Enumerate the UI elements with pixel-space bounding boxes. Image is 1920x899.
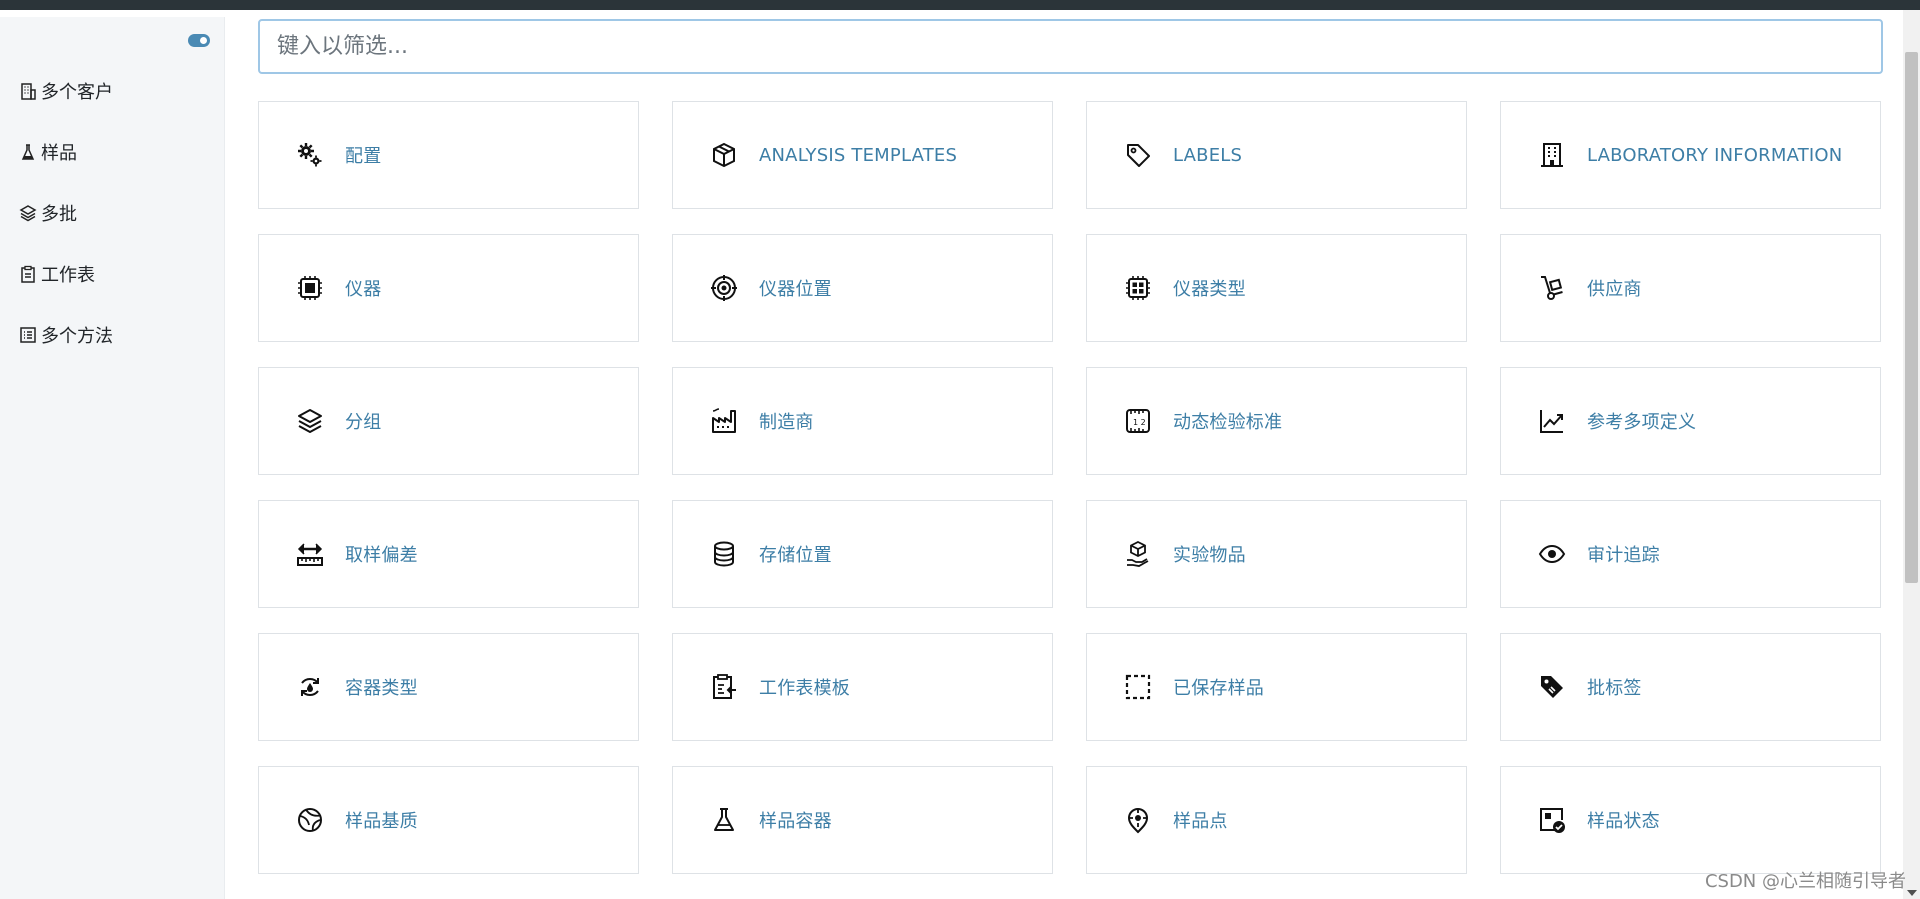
sidebar-item-label: 工作表 <box>41 264 95 286</box>
card-label: LABELS <box>1173 144 1243 166</box>
card-sample-conditions[interactable]: 样品状态 <box>1500 766 1881 874</box>
building-icon <box>1537 140 1567 170</box>
list-icon <box>18 325 38 345</box>
cpu-icon <box>295 273 325 303</box>
target-icon <box>709 273 739 303</box>
top-bar <box>0 0 1920 10</box>
ruler-arrows-icon <box>295 539 325 569</box>
sidebar-item-label: 多个方法 <box>41 325 113 347</box>
settings-grid: 配置 ANALYSIS TEMPLATES LABELS LABORATORY … <box>258 101 1881 874</box>
card-container-types[interactable]: 容器类型 <box>258 633 639 741</box>
card-label: ANALYSIS TEMPLATES <box>759 144 958 166</box>
card-label: 审计追踪 <box>1587 545 1660 566</box>
card-label: 样品状态 <box>1587 811 1660 832</box>
chart-line-icon <box>1537 406 1567 436</box>
building-icon <box>18 81 38 101</box>
sidebar-item-methods[interactable]: 多个方法 <box>0 304 224 365</box>
box-icon <box>709 140 739 170</box>
ruler-icon: 1 2 <box>1123 406 1153 436</box>
card-label: 动态检验标准 <box>1173 412 1283 433</box>
card-sample-points[interactable]: 样品点 <box>1086 766 1467 874</box>
card-label: 已保存样品 <box>1173 678 1264 699</box>
svg-text:1 2: 1 2 <box>1133 418 1146 427</box>
card-label: 仪器 <box>345 279 382 300</box>
database-icon <box>709 539 739 569</box>
flask-icon <box>709 805 739 835</box>
layers-icon <box>18 203 38 223</box>
clipboard-import-icon <box>709 672 739 702</box>
card-instrument-locations[interactable]: 仪器位置 <box>672 234 1053 342</box>
card-label: 容器类型 <box>345 678 418 699</box>
card-lab-products[interactable]: 实验物品 <box>1086 500 1467 608</box>
layers-icon <box>295 406 325 436</box>
card-label: 样品容器 <box>759 811 832 832</box>
card-laboratory-information[interactable]: LABORATORY INFORMATION <box>1500 101 1881 209</box>
card-label: 样品基质 <box>345 811 418 832</box>
recycle-icon <box>295 672 325 702</box>
card-reference-definitions[interactable]: 参考多项定义 <box>1500 367 1881 475</box>
gears-icon <box>295 140 325 170</box>
card-batch-labels[interactable]: 批标签 <box>1500 633 1881 741</box>
card-worksheet-templates[interactable]: 工作表模板 <box>672 633 1053 741</box>
card-dynamic-analysis-specs[interactable]: 1 2 动态检验标准 <box>1086 367 1467 475</box>
dashed-square-icon <box>1123 672 1153 702</box>
box-hand-icon <box>1123 539 1153 569</box>
card-label: 样品点 <box>1173 811 1228 832</box>
card-label: 供应商 <box>1587 279 1642 300</box>
card-labels[interactable]: LABELS <box>1086 101 1467 209</box>
eye-icon <box>1537 539 1567 569</box>
scroll-down-arrow-icon[interactable] <box>1907 890 1917 896</box>
sidebar: 多个客户 样品 多批 工作表 多个方法 <box>0 17 225 899</box>
hand-truck-icon <box>1537 273 1567 303</box>
card-analysis-templates[interactable]: ANALYSIS TEMPLATES <box>672 101 1053 209</box>
cpu-grid-icon <box>1123 273 1153 303</box>
vertical-scrollbar[interactable] <box>1903 10 1920 899</box>
card-manufacturers[interactable]: 制造商 <box>672 367 1053 475</box>
card-label: 批标签 <box>1587 678 1642 699</box>
card-label: 分组 <box>345 412 382 433</box>
card-label: 仪器位置 <box>759 279 832 300</box>
status-check-icon <box>1537 805 1567 835</box>
tags-icon <box>1537 672 1567 702</box>
card-label: 实验物品 <box>1173 545 1246 566</box>
filter-input[interactable] <box>258 19 1883 74</box>
tag-icon <box>1123 140 1153 170</box>
card-setup[interactable]: 配置 <box>258 101 639 209</box>
card-sample-matrices[interactable]: 样品基质 <box>258 766 639 874</box>
watermark: CSDN @心兰相随引导者 <box>1704 871 1906 892</box>
card-instrument-types[interactable]: 仪器类型 <box>1086 234 1467 342</box>
card-label: 仪器类型 <box>1173 279 1246 300</box>
card-label: 取样偏差 <box>345 545 418 566</box>
card-label: LABORATORY INFORMATION <box>1587 144 1843 166</box>
card-label: 配置 <box>345 146 382 167</box>
card-label: 参考多项定义 <box>1587 412 1697 433</box>
card-instruments[interactable]: 仪器 <box>258 234 639 342</box>
card-label: 制造商 <box>759 412 814 433</box>
card-saved-samples[interactable]: 已保存样品 <box>1086 633 1467 741</box>
card-sampling-deviations[interactable]: 取样偏差 <box>258 500 639 608</box>
sidebar-item-worksheets[interactable]: 工作表 <box>0 243 224 304</box>
card-storage-locations[interactable]: 存储位置 <box>672 500 1053 608</box>
card-groups[interactable]: 分组 <box>258 367 639 475</box>
flask-icon <box>18 142 38 162</box>
map-pin-icon <box>1123 805 1153 835</box>
main-content: 配置 ANALYSIS TEMPLATES LABELS LABORATORY … <box>258 19 1883 899</box>
sidebar-item-samples[interactable]: 样品 <box>0 121 224 182</box>
card-sample-containers[interactable]: 样品容器 <box>672 766 1053 874</box>
card-label: 工作表模板 <box>759 678 850 699</box>
card-label: 存储位置 <box>759 545 832 566</box>
factory-icon <box>709 406 739 436</box>
scrollbar-thumb[interactable] <box>1905 52 1918 583</box>
globe-icon <box>295 805 325 835</box>
sidebar-item-label: 样品 <box>41 142 77 164</box>
sidebar-item-clients[interactable]: 多个客户 <box>0 60 224 121</box>
sidebar-item-batches[interactable]: 多批 <box>0 182 224 243</box>
card-suppliers[interactable]: 供应商 <box>1500 234 1881 342</box>
clipboard-icon <box>18 264 38 284</box>
sidebar-toggle[interactable] <box>188 34 210 47</box>
sidebar-item-label: 多个客户 <box>41 81 113 103</box>
card-audit-trail[interactable]: 审计追踪 <box>1500 500 1881 608</box>
sidebar-item-label: 多批 <box>41 203 77 225</box>
